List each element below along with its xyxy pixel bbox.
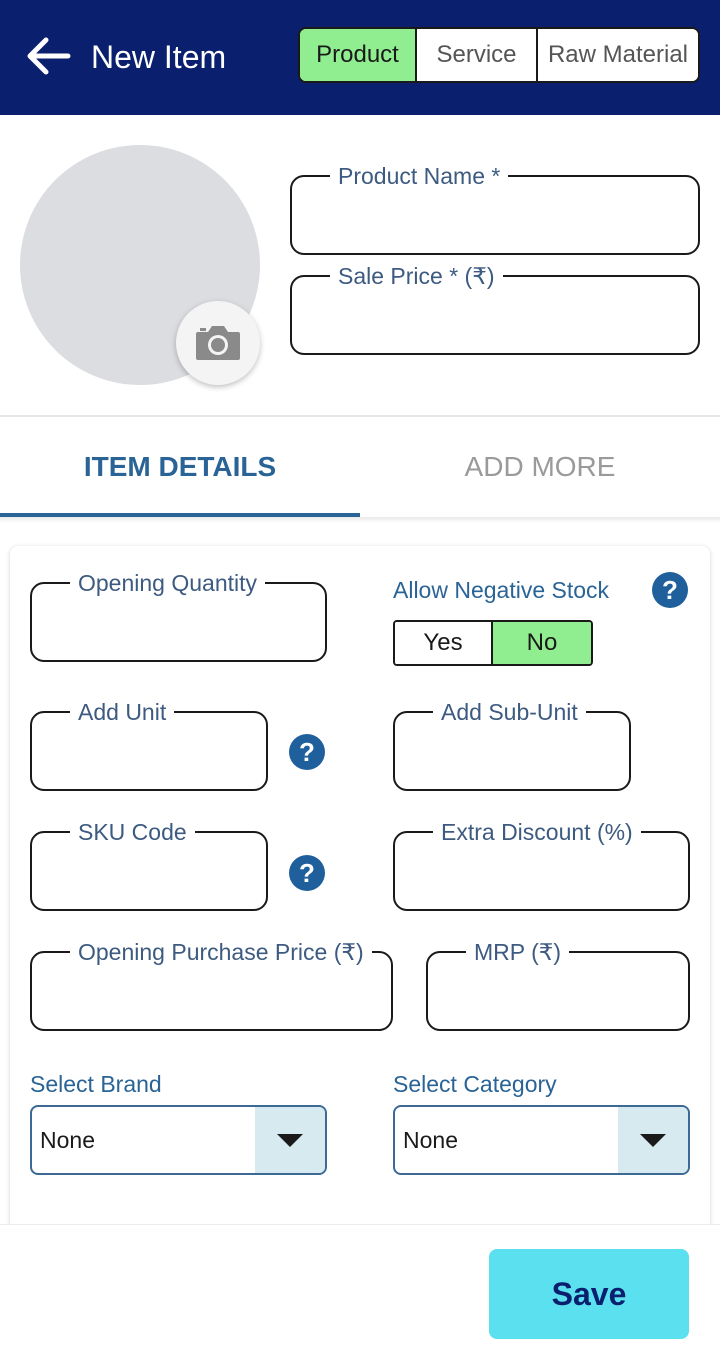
item-type-raw-material-button[interactable]: Raw Material bbox=[538, 29, 698, 81]
opening-purchase-price-label: Opening Purchase Price (₹) bbox=[70, 938, 372, 966]
opening-quantity-label: Opening Quantity bbox=[70, 569, 266, 597]
product-name-field[interactable]: Product Name * bbox=[290, 162, 700, 255]
extra-discount-input[interactable] bbox=[409, 849, 674, 899]
save-button[interactable]: Save bbox=[489, 1249, 689, 1339]
category-dropdown-button[interactable] bbox=[618, 1107, 688, 1173]
add-sub-unit-field[interactable]: Add Sub-Unit bbox=[393, 698, 631, 791]
item-type-selector: Product Service Raw Material bbox=[298, 27, 700, 83]
category-select[interactable]: None bbox=[393, 1105, 690, 1175]
select-category-label: Select Category bbox=[393, 1071, 557, 1097]
negative-stock-no-button[interactable]: No bbox=[493, 622, 591, 664]
chevron-down-icon bbox=[640, 1133, 666, 1147]
sale-price-field[interactable]: Sale Price * (₹) bbox=[290, 262, 700, 355]
chevron-down-icon bbox=[277, 1133, 303, 1147]
brand-dropdown-button[interactable] bbox=[255, 1107, 325, 1173]
extra-discount-field[interactable]: Extra Discount (%) bbox=[393, 818, 690, 911]
brand-select[interactable]: None bbox=[30, 1105, 327, 1175]
product-name-label: Product Name * bbox=[330, 162, 509, 190]
negative-stock-toggle: Yes No bbox=[393, 620, 593, 666]
tab-bar-shadow bbox=[0, 517, 720, 523]
add-unit-label: Add Unit bbox=[70, 698, 175, 726]
negative-stock-yes-button[interactable]: Yes bbox=[395, 622, 493, 664]
item-type-service-button[interactable]: Service bbox=[417, 29, 538, 81]
app-header: New Item Product Service Raw Material bbox=[0, 0, 720, 115]
camera-icon bbox=[196, 326, 240, 360]
allow-negative-stock-label: Allow Negative Stock bbox=[393, 577, 610, 603]
sale-price-label: Sale Price * (₹) bbox=[330, 262, 503, 290]
back-arrow-icon[interactable] bbox=[26, 36, 72, 76]
opening-quantity-field[interactable]: Opening Quantity bbox=[30, 569, 327, 662]
mrp-field[interactable]: MRP (₹) bbox=[426, 938, 690, 1031]
negative-stock-help-icon[interactable]: ? bbox=[652, 572, 688, 608]
tab-item-details[interactable]: ITEM DETAILS bbox=[0, 417, 360, 517]
product-name-input[interactable] bbox=[306, 193, 684, 243]
sku-code-field[interactable]: SKU Code bbox=[30, 818, 268, 911]
sku-help-icon[interactable]: ? bbox=[289, 855, 325, 891]
category-select-value: None bbox=[403, 1126, 458, 1153]
mrp-input[interactable] bbox=[442, 969, 674, 1019]
sale-price-input[interactable] bbox=[306, 293, 684, 343]
select-brand-label: Select Brand bbox=[30, 1071, 162, 1097]
mrp-label: MRP (₹) bbox=[466, 938, 570, 966]
tab-add-more[interactable]: ADD MORE bbox=[360, 417, 720, 517]
unit-help-icon[interactable]: ? bbox=[289, 734, 325, 770]
page-title: New Item bbox=[91, 39, 227, 75]
brand-select-value: None bbox=[40, 1126, 95, 1153]
sku-code-input[interactable] bbox=[46, 849, 252, 899]
item-type-product-button[interactable]: Product bbox=[300, 29, 417, 81]
extra-discount-label: Extra Discount (%) bbox=[433, 818, 641, 846]
opening-quantity-input[interactable] bbox=[46, 600, 311, 650]
new-item-screen: New Item Product Service Raw Material Pr… bbox=[0, 0, 720, 1359]
add-sub-unit-label: Add Sub-Unit bbox=[433, 698, 586, 726]
add-unit-field[interactable]: Add Unit bbox=[30, 698, 268, 791]
sku-code-label: SKU Code bbox=[70, 818, 195, 846]
opening-purchase-price-input[interactable] bbox=[46, 969, 377, 1019]
add-unit-input[interactable] bbox=[46, 729, 252, 779]
opening-purchase-price-field[interactable]: Opening Purchase Price (₹) bbox=[30, 938, 393, 1031]
add-sub-unit-input[interactable] bbox=[409, 729, 615, 779]
camera-button[interactable] bbox=[176, 301, 260, 385]
